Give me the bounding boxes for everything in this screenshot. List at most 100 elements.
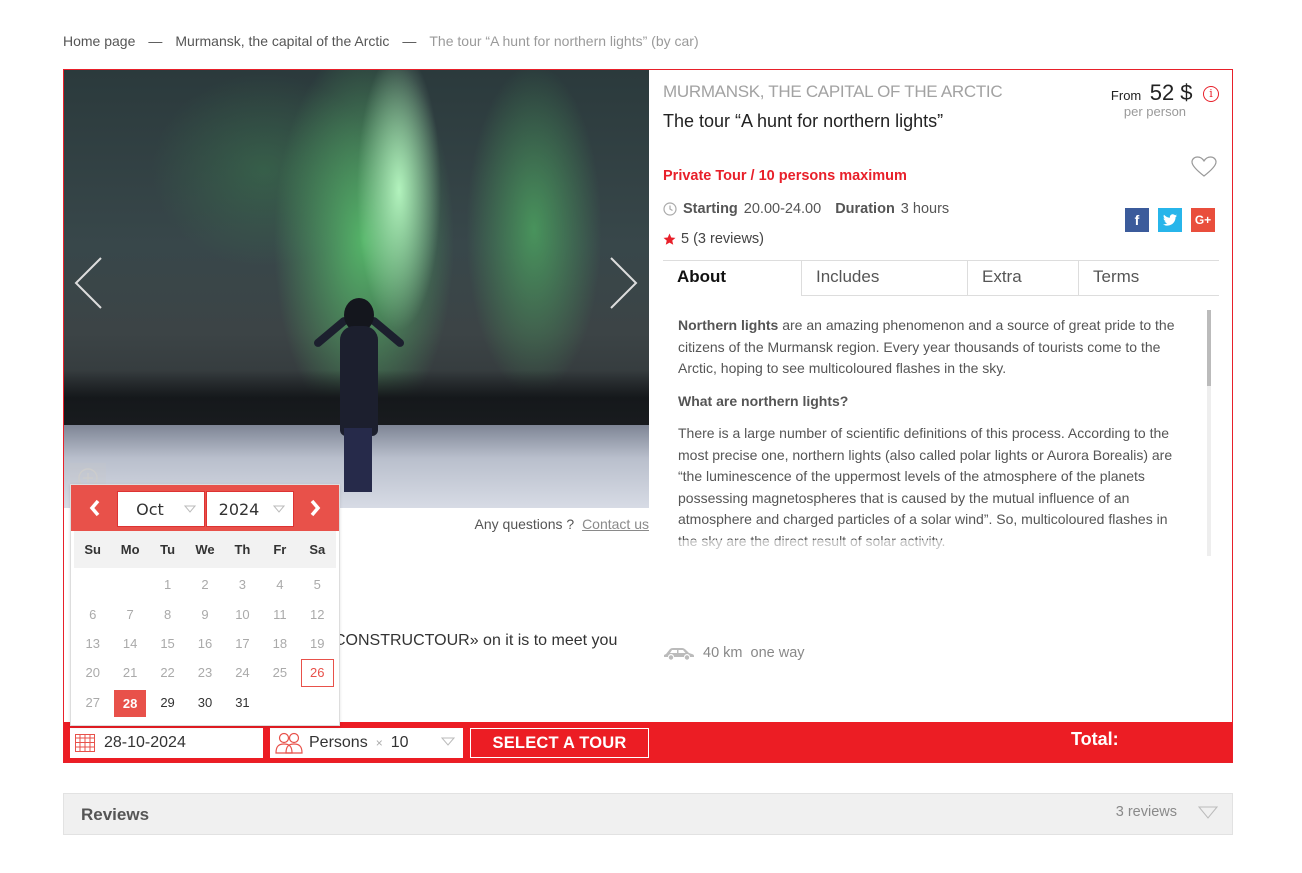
distance-value: 40 km [703, 645, 743, 661]
starting-value: 20.00-24.00 [743, 201, 822, 217]
datepicker-prev-month[interactable] [83, 495, 107, 521]
weekday-label: Tu [160, 542, 176, 557]
reviews-accordion[interactable]: Reviews 3 reviews [63, 793, 1233, 835]
tour-tabs: About Includes Extra Terms [663, 260, 1219, 296]
breadcrumb-separator: — [148, 33, 163, 49]
description-snippet: CONSTRUCTOUR» on it is to meet you [334, 632, 618, 649]
tab-includes[interactable]: Includes [801, 261, 967, 296]
day-cell: 25 [272, 665, 288, 681]
datepicker-month-select[interactable]: Oct [117, 491, 205, 527]
price-from-label: From [1110, 88, 1142, 103]
chevron-right-icon [610, 257, 638, 309]
twitter-icon [1163, 214, 1177, 226]
about-fade [678, 540, 1183, 590]
weekday-label: Sa [309, 542, 326, 557]
car-icon [664, 648, 694, 660]
about-intro: Northern lights are an amazing phenomeno… [678, 315, 1183, 380]
duration-value: 3 hours [900, 201, 950, 217]
photo-person [312, 298, 406, 498]
day-cell: 11 [273, 606, 287, 622]
slider-prev-button[interactable] [74, 256, 104, 310]
day-cell: 1 [163, 577, 172, 593]
day-cell-today: 26 [300, 659, 334, 687]
day-cell: 18 [272, 635, 288, 651]
info-icon[interactable]: i [1203, 86, 1219, 102]
about-intro-bold: Northern lights [678, 317, 779, 333]
day-cell: 9 [201, 606, 209, 622]
private-tour-label: Private Tour / 10 persons maximum [663, 168, 907, 184]
day-cell: 17 [235, 635, 250, 651]
rating-text[interactable]: 5 (3 reviews) [681, 231, 764, 247]
day-cell: 6 [89, 606, 97, 622]
breadcrumb-murmansk[interactable]: Murmansk, the capital of the Arctic [175, 33, 389, 49]
about-content: Northern lights are an amazing phenomeno… [678, 315, 1183, 563]
users-icon [275, 732, 303, 754]
rating-line: 5 (3 reviews) [663, 231, 764, 247]
empty-day [111, 570, 148, 599]
tab-about[interactable]: About [663, 261, 801, 296]
chevron-left-icon [89, 499, 100, 517]
total-label: Total: [1071, 729, 1119, 749]
day-cell: 10 [235, 606, 250, 622]
day-cell: 2 [201, 577, 209, 593]
google-plus-icon: G+ [1194, 213, 1212, 227]
day-cell: 22 [160, 665, 175, 681]
tour-card: Any questions ? Contact us CONSTRUCTOUR»… [63, 69, 1233, 763]
day-cell: 21 [122, 665, 138, 681]
day-cell[interactable]: 29 [149, 688, 186, 717]
heart-icon [1191, 156, 1217, 177]
day-cell: 12 [310, 606, 325, 622]
day-cell: 5 [313, 577, 321, 593]
day-cell[interactable]: 30 [186, 688, 223, 717]
day-cell: 14 [122, 635, 138, 651]
datepicker-header: Oct 2024 [71, 485, 339, 531]
twitter-share-button[interactable] [1158, 208, 1182, 232]
facebook-icon: f [1134, 212, 1140, 228]
day-cell: 13 [85, 635, 100, 651]
duration-label: Duration [835, 201, 895, 217]
weekday-label: Fr [273, 542, 287, 557]
tour-region: MURMANSK, THE CAPITAL OF THE ARCTIC [663, 82, 1003, 101]
tab-terms[interactable]: Terms [1078, 261, 1219, 296]
datepicker-days: 1 2 3 4 5 6 7 8 9 10 11 12 13 14 15 16 17 18 19 20 21 22 23 24 2… [74, 570, 336, 717]
tab-extra[interactable]: Extra [967, 261, 1078, 296]
datepicker-popup: Oct 2024 Su Mo Tu We Th Fr Sa 1 2 3 4 5 6 7 8 9 10 11 12 1… [70, 484, 340, 726]
chevron-down-icon [273, 505, 285, 513]
about-definition: There is a large number of scientific de… [678, 425, 1173, 549]
price-amount: 52 $ [1149, 80, 1193, 105]
contact-us-link[interactable]: Contact us [582, 516, 649, 532]
chevron-left-icon [74, 257, 102, 309]
booking-bar: 28-10-2024 Persons × 10 SELECT A TOUR To… [64, 722, 1232, 762]
persons-select[interactable]: Persons × 10 [270, 728, 463, 758]
persons-multiply: × [375, 736, 383, 750]
day-cell: 15 [160, 635, 175, 651]
breadcrumb: Home page — Murmansk, the capital of the… [63, 33, 699, 49]
persons-label: Persons [309, 734, 368, 751]
reviews-label: Reviews [81, 805, 150, 824]
date-input[interactable]: 28-10-2024 [70, 728, 263, 758]
select-tour-button[interactable]: SELECT A TOUR [470, 728, 649, 758]
day-cell: 7 [126, 606, 134, 622]
chevron-down-icon [1198, 806, 1218, 819]
breadcrumb-home[interactable]: Home page [63, 33, 135, 49]
starting-label: Starting [683, 201, 738, 217]
datepicker-next-month[interactable] [303, 495, 327, 521]
calendar-icon [75, 734, 95, 752]
distance-note: one way [750, 645, 805, 661]
day-cell-selected[interactable]: 28 [114, 689, 146, 717]
slider-next-button[interactable] [608, 256, 638, 310]
breadcrumb-separator: — [402, 33, 417, 49]
datepicker-weekdays: Su Mo Tu We Th Fr Sa [74, 531, 336, 568]
facebook-share-button[interactable]: f [1125, 208, 1149, 232]
chevron-down-icon [184, 505, 196, 513]
chevron-right-icon [310, 499, 321, 517]
weekday-label: Su [84, 542, 102, 557]
datepicker-year-select[interactable]: 2024 [206, 491, 294, 527]
day-cell: 27 [85, 694, 100, 710]
day-cell[interactable]: 31 [224, 688, 261, 717]
about-scrollbar-thumb[interactable] [1207, 310, 1211, 386]
month-value: Oct [136, 499, 164, 519]
year-value: 2024 [218, 499, 260, 519]
google-plus-share-button[interactable]: G+ [1191, 208, 1215, 232]
favorite-button[interactable] [1191, 156, 1217, 183]
